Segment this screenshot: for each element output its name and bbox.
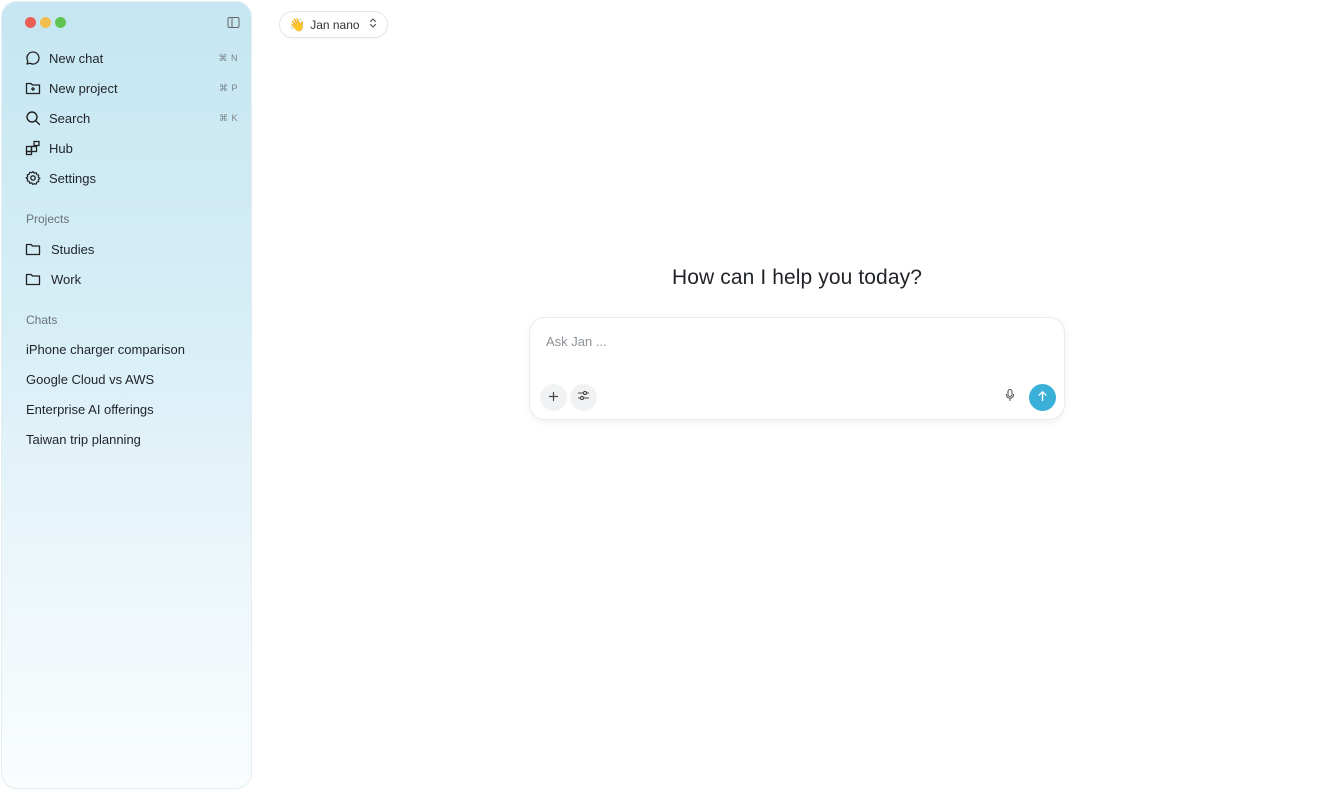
project-item-work[interactable]: Work: [2, 264, 253, 294]
projects-list: Studies Work: [2, 234, 253, 294]
chat-list: iPhone charger comparison Google Cloud v…: [2, 335, 253, 455]
close-window-button[interactable]: [25, 17, 36, 28]
sidebar: New chat ⌘ N New project ⌘ P Search ⌘ K …: [1, 1, 252, 789]
folder-plus-icon: [25, 80, 41, 96]
chat-item[interactable]: Taiwan trip planning: [2, 425, 253, 455]
chevron-updown-icon: [369, 17, 377, 32]
sliders-icon: [577, 389, 590, 407]
add-attachment-button[interactable]: [540, 384, 567, 411]
chat-item[interactable]: iPhone charger comparison: [2, 335, 253, 365]
new-chat-shortcut: ⌘ N: [218, 52, 238, 63]
arrow-up-icon: [1037, 389, 1048, 407]
project-item-studies[interactable]: Studies: [2, 234, 253, 264]
send-button[interactable]: [1029, 384, 1056, 411]
sidebar-toggle-icon[interactable]: [227, 16, 240, 29]
project-label: Work: [51, 271, 82, 287]
new-project-button[interactable]: New project ⌘ P: [2, 73, 253, 103]
tools-button[interactable]: [570, 384, 597, 411]
gear-icon: [25, 170, 41, 186]
page-title: How can I help you today?: [672, 266, 922, 289]
settings-label: Settings: [49, 170, 96, 186]
window-controls: [25, 17, 66, 28]
chat-bubble-icon: [25, 50, 41, 66]
grid-icon: [25, 140, 41, 156]
settings-button[interactable]: Settings: [2, 163, 253, 193]
microphone-icon: [1004, 388, 1016, 407]
message-input[interactable]: [546, 334, 1046, 374]
chat-item[interactable]: Enterprise AI offerings: [2, 395, 253, 425]
hub-button[interactable]: Hub: [2, 133, 253, 163]
folder-icon: [25, 271, 41, 287]
search-button[interactable]: Search ⌘ K: [2, 103, 253, 133]
search-icon: [25, 110, 41, 126]
voice-input-button[interactable]: [996, 384, 1023, 411]
plus-icon: [548, 389, 559, 407]
new-project-label: New project: [49, 80, 118, 96]
wave-emoji-icon: 👋: [289, 16, 306, 32]
model-selector[interactable]: 👋 Jan nano: [279, 11, 388, 38]
chat-composer: [529, 317, 1065, 420]
minimize-window-button[interactable]: [40, 17, 51, 28]
search-shortcut: ⌘ K: [218, 112, 238, 123]
main-nav: New chat ⌘ N New project ⌘ P Search ⌘ K …: [2, 43, 253, 193]
maximize-window-button[interactable]: [55, 17, 66, 28]
projects-section-title: Projects: [26, 212, 70, 226]
hub-label: Hub: [49, 140, 73, 156]
folder-icon: [25, 241, 41, 257]
search-label: Search: [49, 110, 91, 126]
model-name: Jan nano: [310, 17, 360, 32]
chat-item[interactable]: Google Cloud vs AWS: [2, 365, 253, 395]
chats-section-title: Chats: [26, 313, 58, 327]
new-chat-button[interactable]: New chat ⌘ N: [2, 43, 253, 73]
new-chat-label: New chat: [49, 50, 104, 66]
new-project-shortcut: ⌘ P: [218, 82, 238, 93]
project-label: Studies: [51, 241, 95, 257]
